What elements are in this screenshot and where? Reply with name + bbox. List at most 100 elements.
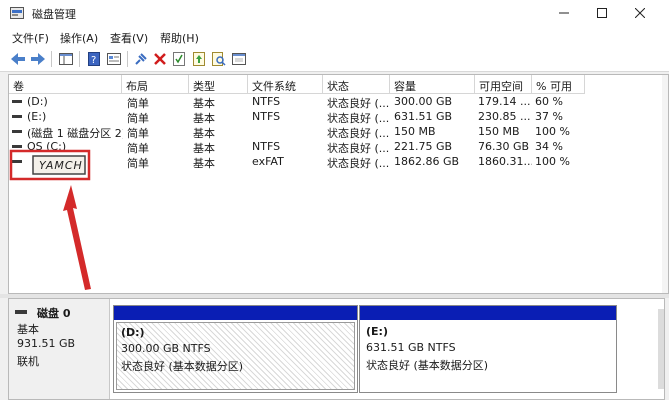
cell-type: 基本 [193,157,215,170]
toolbar: ? [0,47,669,72]
show-hide-tree-button[interactable] [58,51,74,67]
back-arrow-icon [11,53,25,65]
properties-button[interactable] [106,51,122,67]
cell-capacity: 631.51 GB [394,110,453,123]
partition-size-fs: 300.00 GB NTFS [121,342,211,355]
cell-free-space: 150 MB [478,125,520,138]
partition-bar [114,306,357,320]
cell-capacity: 300.00 GB [394,95,453,108]
disk-label: 磁盘 0 [37,307,71,320]
checklist-icon [173,52,185,66]
disk-icon [15,310,27,314]
console-tree-icon [59,53,73,65]
disk-management-icon [10,7,24,19]
minimize-button[interactable] [545,2,583,24]
volume-icon [12,130,22,133]
cell-volume: (E:) [27,110,47,123]
column-header-type[interactable]: 类型 [189,75,248,94]
forward-arrow-icon [31,53,45,65]
partition-status: 状态良好 (基本数据分区) [121,360,244,373]
properties-icon [107,53,121,65]
menu-action[interactable]: 操作(A) [60,30,98,46]
cell-percent-free: 37 % [535,110,563,123]
import-button[interactable] [191,51,207,67]
menu-view[interactable]: 查看(V) [110,30,148,46]
disk-state: 联机 [17,355,39,368]
list-scrollbar[interactable] [662,75,668,293]
disk-type: 基本 [17,323,39,336]
column-header-filesystem[interactable]: 文件系统 [248,75,323,94]
partition-body: (D:) 300.00 GB NTFS 状态良好 (基本数据分区) [116,322,355,390]
partition-status: 状态良好 (基本数据分区) [366,359,489,372]
plug-icon [135,53,147,65]
cell-capacity: 150 MB [394,125,436,138]
menu-bar: 文件(F) 操作(A) 查看(V) 帮助(H) [0,26,669,47]
window-title: 磁盘管理 [32,8,76,21]
cell-free-space: 179.14 ... [478,95,531,108]
help-button[interactable]: ? [86,51,102,67]
delete-x-icon [154,53,166,65]
partition-size-fs: 631.51 GB NTFS [366,341,456,354]
help-book-icon: ? [88,52,100,66]
column-header-percent-free[interactable]: % 可用 [532,75,585,94]
volume-list: 卷 布局 类型 文件系统 状态 容量 可用空间 % 可用 (D:) 简单 基本 … [8,74,669,294]
volume-icon [12,145,22,148]
menu-help[interactable]: 帮助(H) [160,30,199,46]
disk-0-info[interactable]: 磁盘 0 基本 931.51 GB 联机 [9,299,110,399]
cell-filesystem: NTFS [252,95,281,108]
cell-capacity: 221.75 GB [394,140,453,153]
close-window-button[interactable] [621,2,659,24]
title-bar: 磁盘管理 [0,0,669,26]
disk-size: 931.51 GB [17,337,76,350]
settings-button[interactable] [231,51,247,67]
partition-e[interactable]: (E:) 631.51 GB NTFS 状态良好 (基本数据分区) [359,305,617,393]
partition-letter: (E:) [366,325,388,338]
window-settings-icon [232,53,246,65]
cell-volume: (D:) [27,95,48,108]
disk-map: 磁盘 0 基本 931.51 GB 联机 (D:) 300.00 GB NTFS… [8,298,665,400]
partition-body: (E:) 631.51 GB NTFS 状态良好 (基本数据分区) [362,322,614,390]
disk-map-scrollbar[interactable] [658,309,664,389]
cell-filesystem: exFAT [252,155,284,168]
partition-bar [360,306,616,320]
cell-percent-free: 100 % [535,155,570,168]
menu-file[interactable]: 文件(F) [12,30,49,46]
cell-percent-free: 60 % [535,95,563,108]
column-header-capacity[interactable]: 容量 [390,75,475,94]
volume-icon [12,115,22,118]
search-document-icon [212,52,226,66]
minimize-icon [559,12,569,14]
table-row[interactable]: (D:) 简单 基本 NTFS 状态良好 (... 300.00 GB 179.… [9,94,668,110]
cell-filesystem: NTFS [252,110,281,123]
partition-d[interactable]: (D:) 300.00 GB NTFS 状态良好 (基本数据分区) [113,305,358,393]
column-header-status[interactable]: 状态 [323,75,390,94]
cell-filesystem: NTFS [252,140,281,153]
maximize-button[interactable] [583,2,621,24]
document-arrow-icon [193,52,205,66]
check-button[interactable] [171,51,187,67]
volume-icon [12,100,22,103]
column-header-free-space[interactable]: 可用空间 [475,75,532,94]
column-header-layout[interactable]: 布局 [122,75,189,94]
cell-free-space: 1860.31... [478,155,532,168]
cell-percent-free: 100 % [535,125,570,138]
close-icon [635,8,645,18]
table-row[interactable]: (磁盘 1 磁盘分区 2) 简单 基本 状态良好 (... 150 MB 150… [9,124,668,140]
annotation-handwriting: YAMCH [39,159,83,172]
cell-free-space: 230.85 ... [478,110,531,123]
cell-capacity: 1862.86 GB [394,155,460,168]
cell-free-space: 76.30 GB [478,140,530,153]
table-row[interactable]: (E:) 简单 基本 NTFS 状态良好 (... 631.51 GB 230.… [9,109,668,125]
back-button[interactable] [10,51,26,67]
forward-button[interactable] [30,51,46,67]
cell-status: 状态良好 (... [327,157,389,170]
search-button[interactable] [211,51,227,67]
maximize-icon [597,8,607,18]
svg-text:?: ? [91,55,96,66]
delete-button[interactable] [152,51,168,67]
column-header-volume[interactable]: 卷 [9,75,122,94]
cell-layout: 简单 [127,157,149,170]
partition-letter: (D:) [121,326,145,339]
cell-percent-free: 34 % [535,140,563,153]
connect-disk-button[interactable] [133,51,149,67]
